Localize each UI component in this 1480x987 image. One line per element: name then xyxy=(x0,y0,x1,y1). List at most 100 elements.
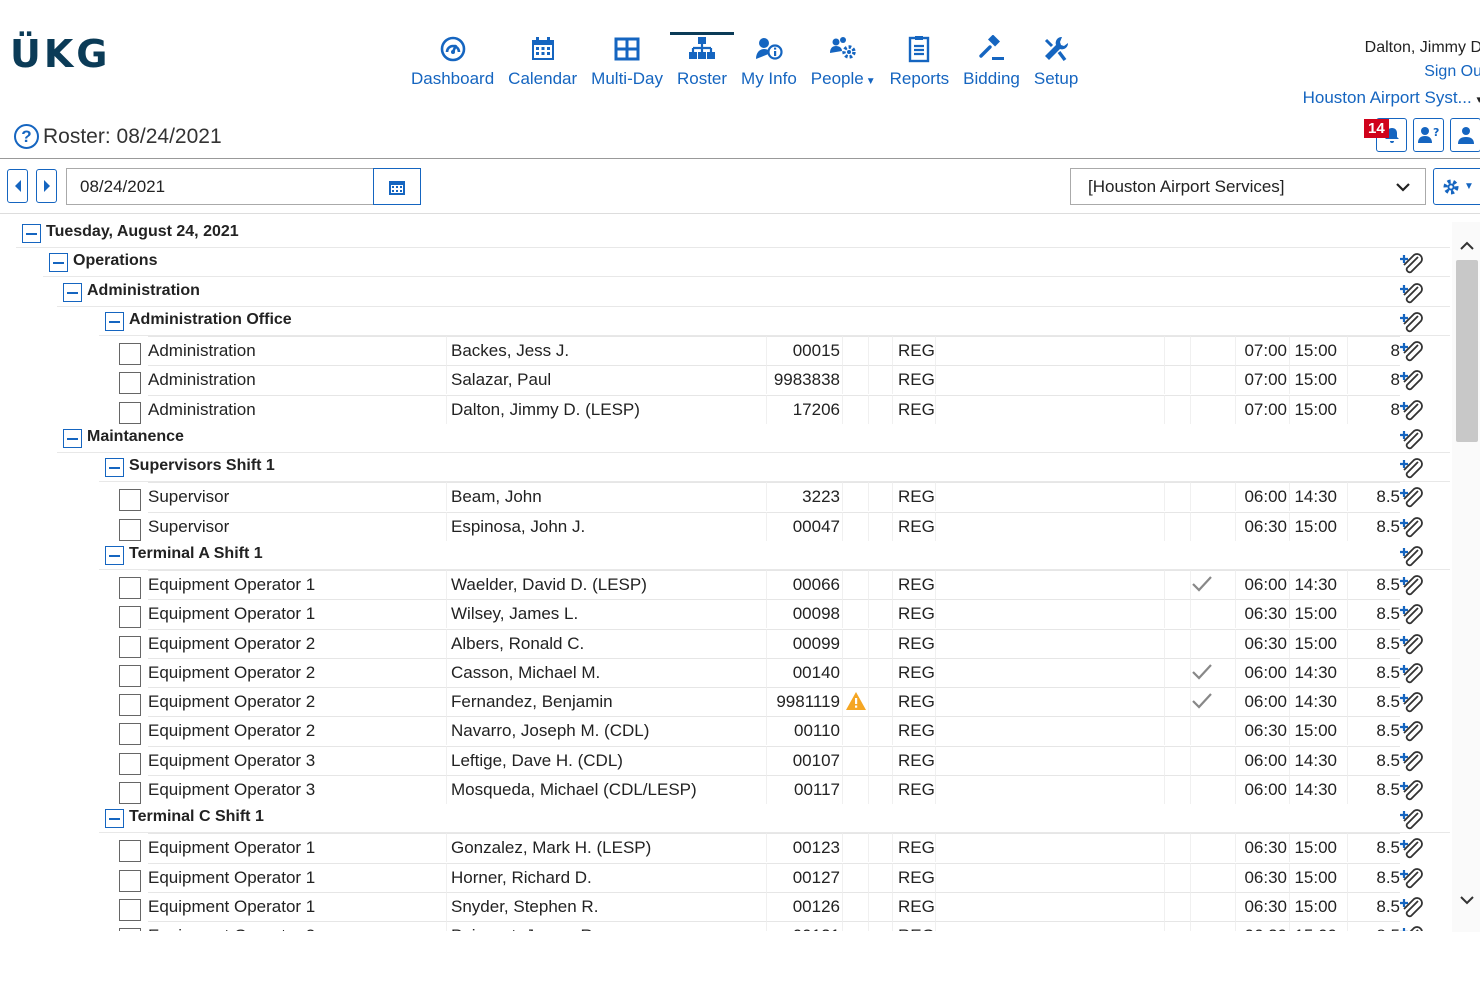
start-time-cell: 06:30 xyxy=(1236,833,1290,862)
row-checkbox[interactable] xyxy=(119,636,141,658)
location-select[interactable]: [Houston Airport Services] xyxy=(1070,168,1426,205)
sign-out-link[interactable]: Sign Ou xyxy=(1303,60,1480,84)
collapse-toggle-icon[interactable] xyxy=(105,809,124,828)
user-profile-button[interactable] xyxy=(1450,118,1480,152)
notifications-button[interactable]: 14 xyxy=(1364,118,1407,152)
nav-reports[interactable]: Reports xyxy=(883,32,957,90)
row-checkbox[interactable] xyxy=(119,519,141,541)
add-attachment-icon[interactable] xyxy=(1397,281,1423,305)
collapse-toggle-icon[interactable] xyxy=(49,253,68,272)
collapse-toggle-icon[interactable] xyxy=(105,312,124,331)
roster-row[interactable]: Equipment Operator 2 Casson, Michael M. 00… xyxy=(0,658,1450,687)
add-attachment-icon[interactable] xyxy=(1397,924,1423,931)
add-attachment-icon[interactable] xyxy=(1397,602,1423,626)
roster-row[interactable]: Administration Salazar, Paul 9983838 REG 07:… xyxy=(0,365,1450,394)
row-checkbox[interactable] xyxy=(119,606,141,628)
row-checkbox[interactable] xyxy=(119,899,141,921)
nav-my-info[interactable]: My Info xyxy=(734,32,804,90)
nav-people[interactable]: People ▼ xyxy=(804,32,883,90)
add-attachment-icon[interactable] xyxy=(1397,807,1423,831)
scroll-down-button[interactable] xyxy=(1456,890,1478,910)
row-checkbox[interactable] xyxy=(119,372,141,394)
roster-row[interactable]: Equipment Operator 1 Waelder, David D. (L… xyxy=(0,570,1450,599)
add-attachment-icon[interactable] xyxy=(1397,632,1423,656)
roster-row[interactable]: Supervisor Espinosa, John J. 00047 REG 06:30… xyxy=(0,512,1450,541)
previous-day-button[interactable] xyxy=(7,169,28,203)
roster-row[interactable]: Administration Backes, Jess J. 00015 REG 07:… xyxy=(0,336,1450,365)
add-attachment-icon[interactable] xyxy=(1397,836,1423,860)
add-attachment-icon[interactable] xyxy=(1397,515,1423,539)
roster-row[interactable]: Equipment Operator 2 Navarro, Joseph M. (… xyxy=(0,716,1450,745)
add-attachment-icon[interactable] xyxy=(1397,661,1423,685)
row-checkbox[interactable] xyxy=(119,753,141,775)
row-checkbox[interactable] xyxy=(119,840,141,862)
row-checkbox[interactable] xyxy=(119,665,141,687)
warning-icon[interactable] xyxy=(845,691,867,716)
add-attachment-icon[interactable] xyxy=(1397,866,1423,890)
scroll-up-button[interactable] xyxy=(1456,236,1478,256)
status-cell xyxy=(1190,833,1236,862)
user-help-button[interactable]: ? xyxy=(1413,118,1444,152)
roster-row[interactable]: Equipment Operator 1 Snyder, Stephen R. 00… xyxy=(0,892,1450,921)
collapse-toggle-icon[interactable] xyxy=(105,458,124,477)
nav-roster[interactable]: Roster xyxy=(669,32,735,90)
settings-menu-button[interactable]: ▼ xyxy=(1433,168,1480,205)
add-attachment-icon[interactable] xyxy=(1397,690,1423,714)
add-attachment-icon[interactable] xyxy=(1397,719,1423,743)
notification-badge: 14 xyxy=(1364,119,1389,138)
roster-row[interactable]: Equipment Operator 3 Mosqueda, Michael (C… xyxy=(0,775,1450,804)
add-attachment-icon[interactable] xyxy=(1397,368,1423,392)
row-checkbox[interactable] xyxy=(119,870,141,892)
roster-row[interactable]: Supervisor Beam, John 3223 REG 06:00 14:30 8.5 xyxy=(0,482,1450,511)
nav-setup[interactable]: Setup xyxy=(1027,32,1085,90)
row-checkbox[interactable] xyxy=(119,723,141,745)
nav-label: Setup xyxy=(1033,69,1079,88)
row-checkbox[interactable] xyxy=(119,928,141,931)
row-checkbox[interactable] xyxy=(119,694,141,716)
roster-row[interactable]: Equipment Operator 2 Albers, Ronald C. 000… xyxy=(0,629,1450,658)
collapse-toggle-icon[interactable] xyxy=(22,224,41,243)
help-icon[interactable]: ? xyxy=(14,124,39,149)
row-checkbox[interactable] xyxy=(119,402,141,424)
collapse-toggle-icon[interactable] xyxy=(105,546,124,565)
add-attachment-icon[interactable] xyxy=(1397,427,1423,451)
blank-cell xyxy=(1164,863,1190,892)
scrollbar-thumb[interactable] xyxy=(1456,260,1478,442)
nav-bidding[interactable]: Bidding xyxy=(956,32,1027,90)
pay-code-cell: REG xyxy=(892,570,936,599)
add-attachment-icon[interactable] xyxy=(1397,339,1423,363)
org-selector[interactable]: Houston Airport Syst... ▾ xyxy=(1303,86,1480,112)
roster-row[interactable]: Administration Dalton, Jimmy D. (LESP) 172… xyxy=(0,395,1450,424)
collapse-toggle-icon[interactable] xyxy=(63,283,82,302)
blank-cell xyxy=(1164,892,1190,921)
roster-row[interactable]: Equipment Operator 2Poissant, James R.00… xyxy=(0,921,1450,931)
add-attachment-icon[interactable] xyxy=(1397,573,1423,597)
add-attachment-icon[interactable] xyxy=(1397,895,1423,919)
add-attachment-icon[interactable] xyxy=(1397,456,1423,480)
nav-multi-day[interactable]: Multi-Day xyxy=(584,32,670,90)
add-attachment-icon[interactable] xyxy=(1397,251,1423,275)
nav-calendar[interactable]: Calendar xyxy=(501,32,584,90)
roster-row[interactable]: Equipment Operator 1 Horner, Richard D. 00… xyxy=(0,863,1450,892)
add-attachment-icon[interactable] xyxy=(1397,485,1423,509)
row-checkbox[interactable] xyxy=(119,782,141,804)
add-attachment-icon[interactable] xyxy=(1397,398,1423,422)
add-attachment-icon[interactable] xyxy=(1397,310,1423,334)
date-input[interactable] xyxy=(66,168,374,205)
add-attachment-icon[interactable] xyxy=(1397,544,1423,568)
add-attachment-icon[interactable] xyxy=(1397,778,1423,802)
nav-dashboard[interactable]: Dashboard xyxy=(404,32,501,90)
row-checkbox[interactable] xyxy=(119,343,141,365)
roster-row[interactable]: Equipment Operator 1 Gonzalez, Mark H. (L… xyxy=(0,833,1450,862)
row-checkbox[interactable] xyxy=(119,489,141,511)
roster-row[interactable]: Equipment Operator 3 Leftige, Dave H. (CD… xyxy=(0,746,1450,775)
job-cell: Equipment Operator 3 xyxy=(148,746,448,775)
roster-row[interactable]: Equipment Operator 2 Fernandez, Benjamin 9… xyxy=(0,687,1450,716)
next-day-button[interactable] xyxy=(36,169,57,203)
caret-down-icon: ▼ xyxy=(1464,181,1474,192)
collapse-toggle-icon[interactable] xyxy=(63,429,82,448)
row-checkbox[interactable] xyxy=(119,577,141,599)
add-attachment-icon[interactable] xyxy=(1397,749,1423,773)
calendar-picker-button[interactable] xyxy=(373,168,421,205)
roster-row[interactable]: Equipment Operator 1 Wilsey, James L. 0009… xyxy=(0,599,1450,628)
